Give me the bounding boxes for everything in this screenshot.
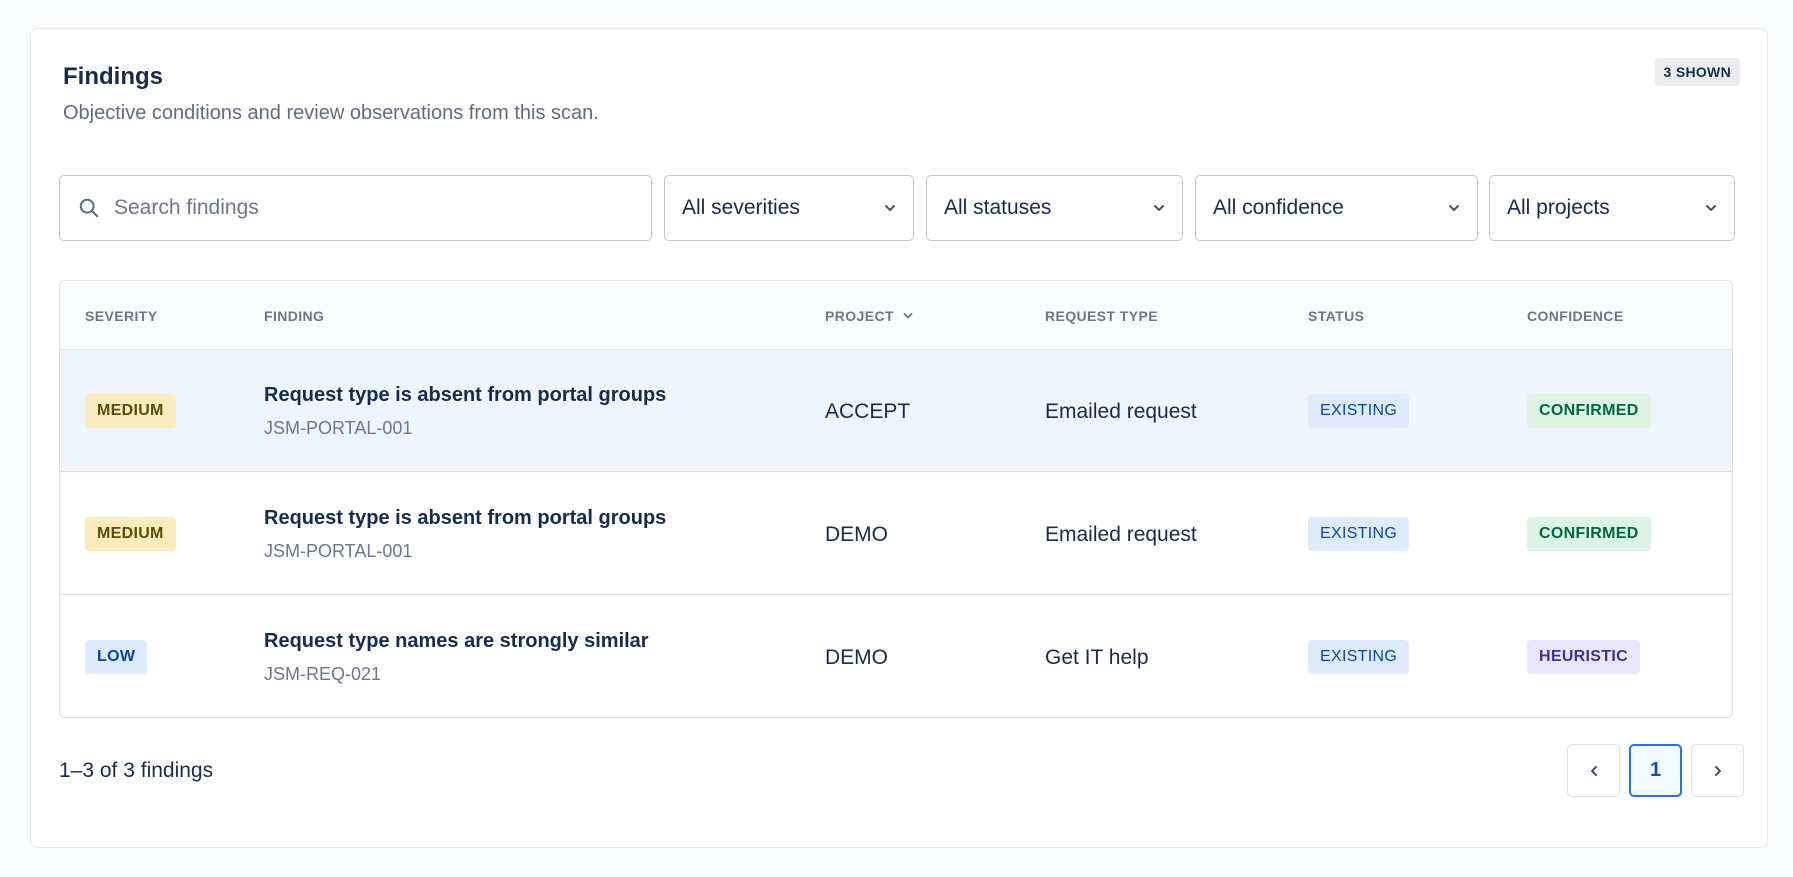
panel-title: Findings [63, 63, 163, 90]
finding-title: Request type is absent from portal group… [264, 507, 667, 529]
search-box[interactable] [59, 175, 652, 241]
severity-filter[interactable]: All severities [664, 175, 914, 241]
project-filter-label: All projects [1507, 196, 1610, 219]
table-row[interactable]: LOW Request type names are strongly simi… [60, 596, 1732, 717]
table-row[interactable]: MEDIUM Request type is absent from porta… [60, 350, 1732, 472]
status-filter[interactable]: All statuses [926, 175, 1183, 241]
confidence-badge: HEURISTIC [1527, 640, 1640, 674]
confidence-filter-label: All confidence [1213, 196, 1344, 219]
finding-title: Request type is absent from portal group… [264, 384, 667, 406]
finding-id: JSM-REQ-021 [264, 664, 382, 684]
chevron-down-icon [885, 205, 895, 211]
confidence-badge: CONFIRMED [1527, 394, 1651, 428]
chevron-down-icon [1706, 205, 1716, 211]
column-header-project[interactable]: PROJECT [825, 308, 914, 324]
column-header-request-type[interactable]: REQUEST TYPE [1045, 308, 1158, 324]
results-count: 1–3 of 3 findings [59, 759, 214, 782]
finding-cell: Request type names are strongly similar … [264, 630, 649, 685]
findings-table: SEVERITY FINDING PROJECT REQUEST TYPE ST… [59, 280, 1733, 718]
severity-filter-label: All severities [682, 196, 800, 219]
project-cell: ACCEPT [825, 400, 911, 423]
severity-badge: MEDIUM [85, 517, 176, 551]
search-input[interactable] [114, 196, 594, 220]
shown-count-badge: 3 SHOWN [1654, 58, 1740, 86]
severity-badge: MEDIUM [85, 394, 176, 428]
confidence-badge: CONFIRMED [1527, 517, 1651, 551]
finding-cell: Request type is absent from portal group… [264, 507, 666, 562]
chevron-left-icon [1590, 765, 1597, 776]
page-button-1[interactable]: 1 [1629, 744, 1682, 797]
previous-page-button[interactable] [1567, 744, 1620, 797]
chevron-right-icon [1714, 765, 1721, 776]
chevron-down-icon [1449, 205, 1459, 211]
findings-panel: Findings Objective conditions and review… [30, 28, 1768, 848]
status-badge: EXISTING [1308, 517, 1410, 551]
search-icon [79, 198, 99, 218]
column-header-finding[interactable]: FINDING [264, 308, 324, 324]
chevron-down-icon [1154, 205, 1164, 211]
request-type-cell: Emailed request [1045, 523, 1197, 546]
project-cell: DEMO [825, 523, 888, 546]
request-type-cell: Get IT help [1045, 646, 1149, 669]
table-row[interactable]: MEDIUM Request type is absent from porta… [60, 473, 1732, 595]
project-cell: DEMO [825, 646, 888, 669]
finding-id: JSM-PORTAL-001 [264, 418, 413, 438]
project-filter[interactable]: All projects [1489, 175, 1735, 241]
status-badge: EXISTING [1308, 394, 1410, 428]
status-filter-label: All statuses [944, 196, 1052, 219]
finding-title: Request type names are strongly similar [264, 630, 649, 652]
column-header-confidence[interactable]: CONFIDENCE [1527, 308, 1624, 324]
request-type-cell: Emailed request [1045, 400, 1197, 423]
next-page-button[interactable] [1691, 744, 1744, 797]
finding-cell: Request type is absent from portal group… [264, 384, 666, 439]
panel-subtitle: Objective conditions and review observat… [63, 102, 599, 124]
status-badge: EXISTING [1308, 640, 1410, 674]
column-header-project-label: PROJECT [825, 308, 894, 324]
severity-badge: LOW [85, 640, 148, 674]
confidence-filter[interactable]: All confidence [1195, 175, 1478, 241]
table-header: SEVERITY FINDING PROJECT REQUEST TYPE ST… [60, 281, 1732, 350]
sort-chevron-down-icon [903, 313, 913, 319]
column-header-severity[interactable]: SEVERITY [85, 308, 157, 324]
finding-id: JSM-PORTAL-001 [264, 541, 413, 561]
column-header-status[interactable]: STATUS [1308, 308, 1364, 324]
